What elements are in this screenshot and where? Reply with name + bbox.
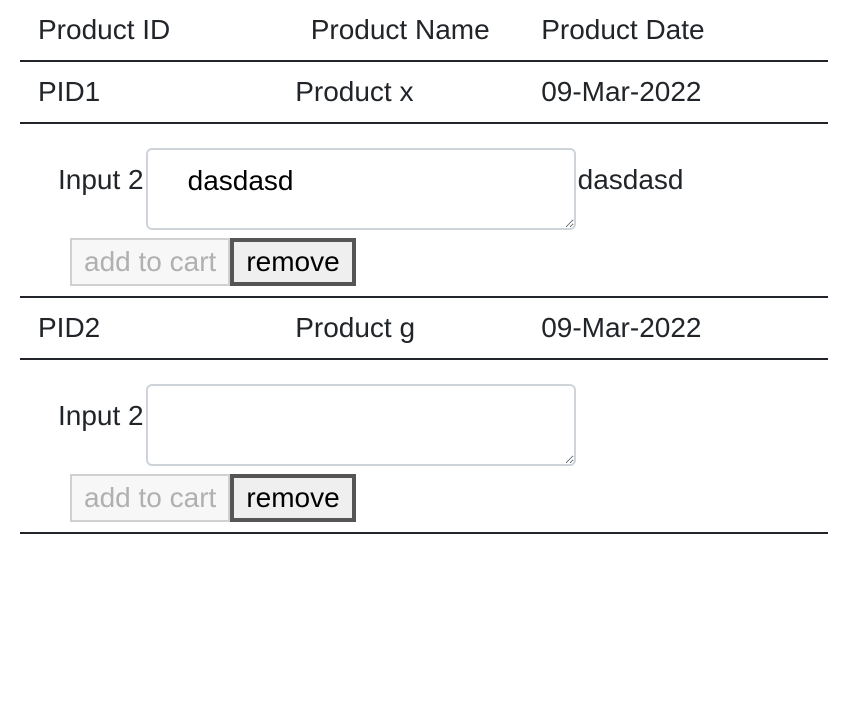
add-to-cart-button[interactable]: add to cart [70,474,230,522]
input-label: Input 2 [58,148,144,196]
add-to-cart-button[interactable]: add to cart [70,238,230,286]
cell-product-name: Product g [277,297,523,359]
table-form-row: Input 2 dasdasd add to cart remove [20,123,828,297]
page-container: Product ID Product Name Product Date PID… [0,0,864,708]
button-line: add to cart remove [70,474,810,522]
cell-product-id: PID1 [20,61,277,123]
table-row: PID2 Product g 09-Mar-2022 [20,297,828,359]
col-header-product-date: Product Date [523,0,828,61]
input-2-textarea[interactable] [146,148,576,230]
col-header-product-id: Product ID [20,0,277,61]
table-form-row: Input 2 add to cart remove [20,359,828,533]
form-cell: Input 2 dasdasd add to cart remove [20,123,828,297]
input-echo-text: dasdasd [578,148,684,196]
table-header-row: Product ID Product Name Product Date [20,0,828,61]
button-line: add to cart remove [70,238,810,286]
input-line: Input 2 [58,384,810,466]
remove-button[interactable]: remove [230,474,355,522]
col-header-product-name: Product Name [277,0,523,61]
cell-product-name: Product x [277,61,523,123]
cell-product-date: 09-Mar-2022 [523,61,828,123]
input-label: Input 2 [58,384,144,432]
remove-button[interactable]: remove [230,238,355,286]
table-row: PID1 Product x 09-Mar-2022 [20,61,828,123]
cell-product-date: 09-Mar-2022 [523,297,828,359]
input-line: Input 2 dasdasd [58,148,810,230]
form-cell: Input 2 add to cart remove [20,359,828,533]
cell-product-id: PID2 [20,297,277,359]
input-2-textarea[interactable] [146,384,576,466]
products-table: Product ID Product Name Product Date PID… [20,0,828,534]
